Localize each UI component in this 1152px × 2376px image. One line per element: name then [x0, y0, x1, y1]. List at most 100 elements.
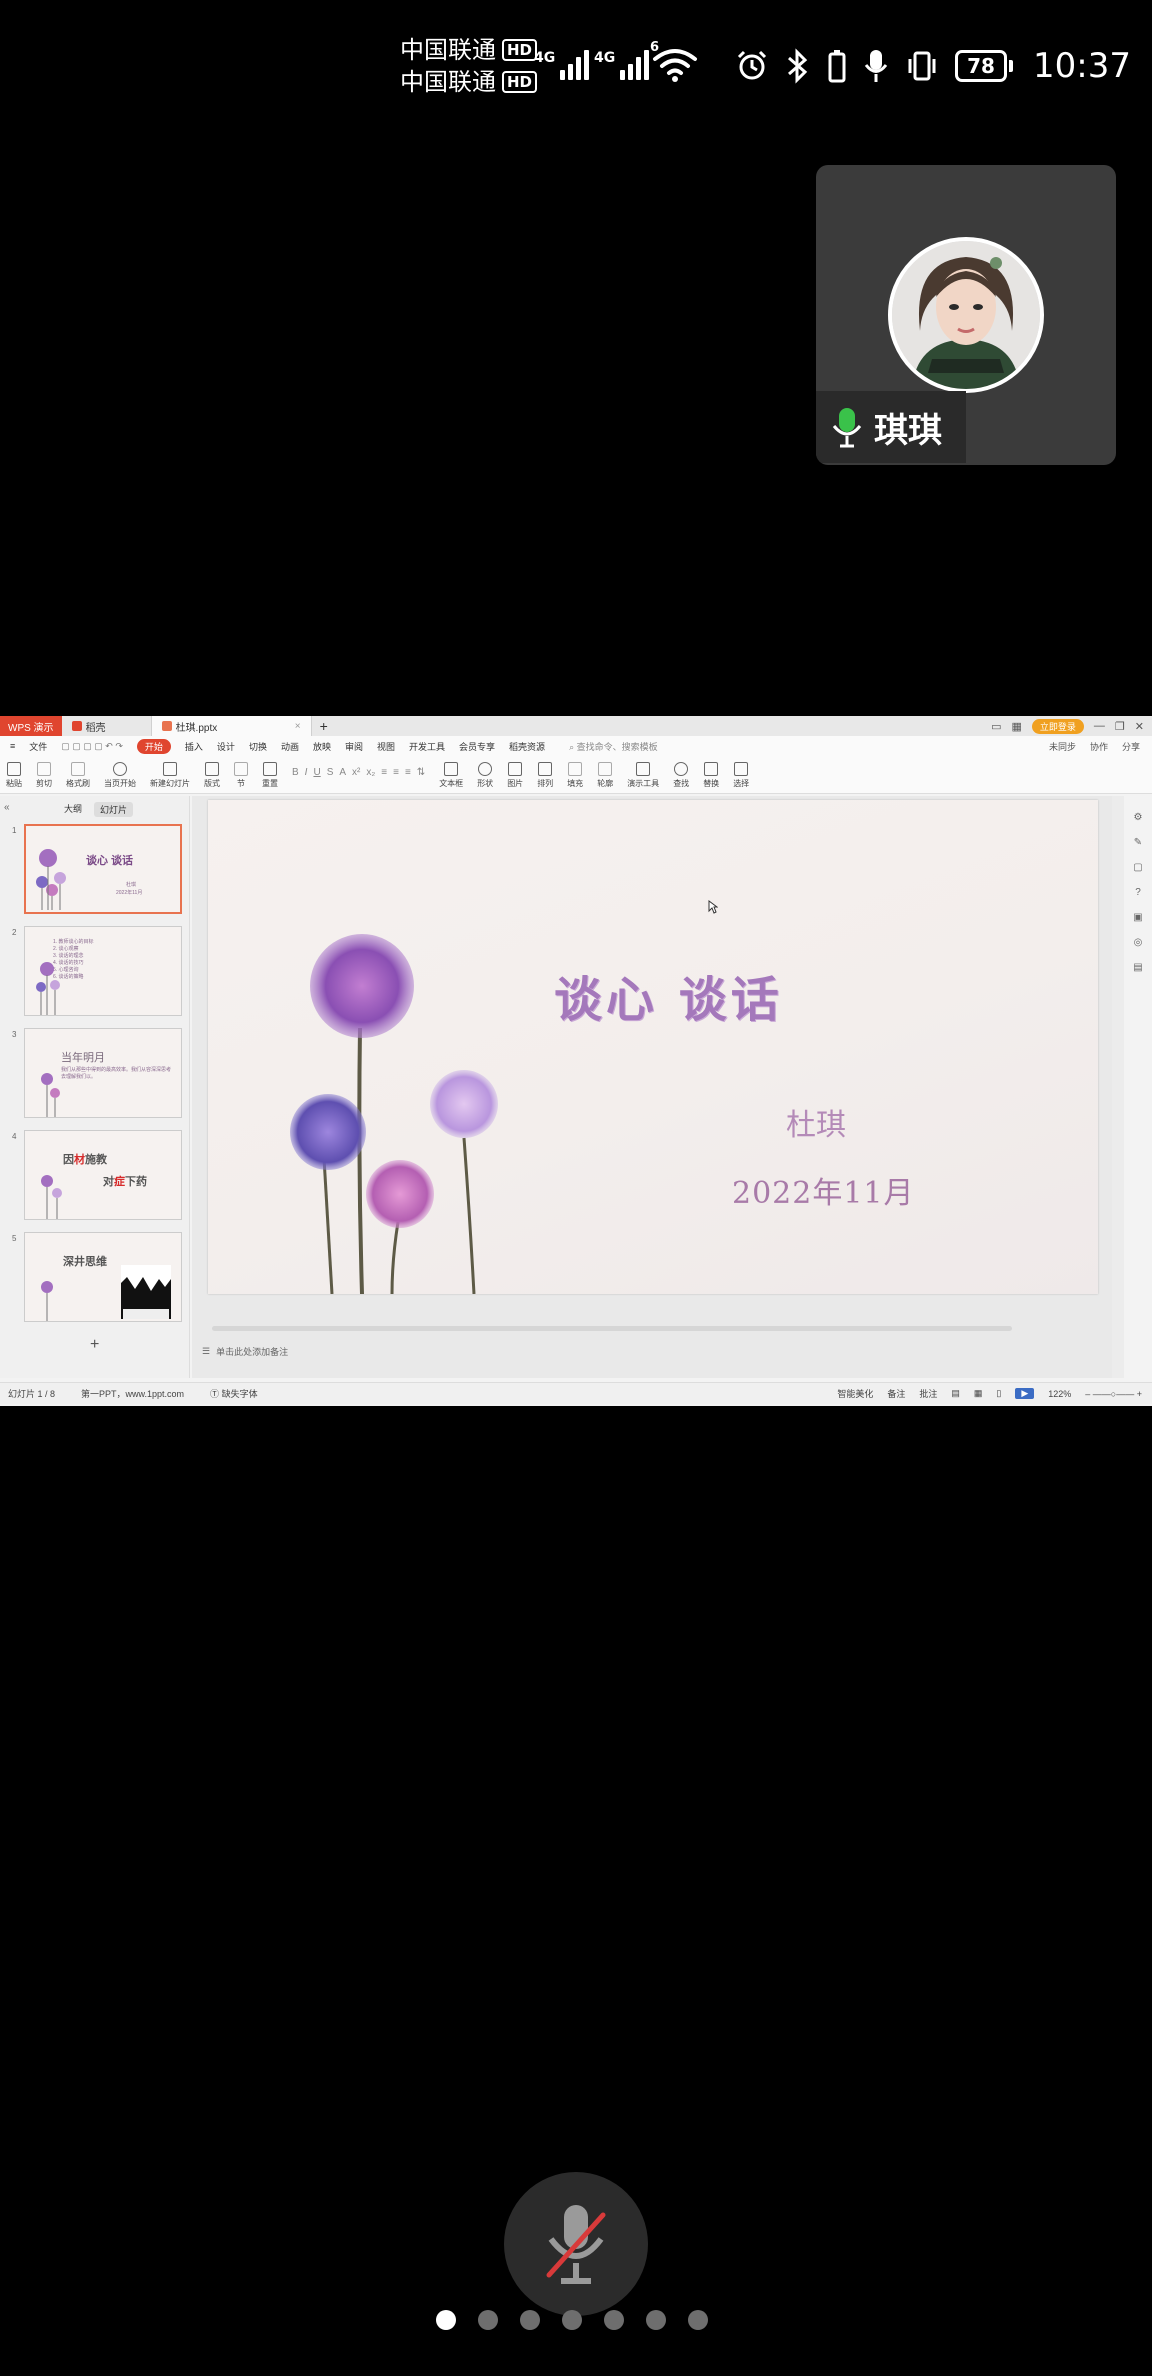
- sync-status[interactable]: 未同步: [1049, 740, 1076, 753]
- page-dot[interactable]: [520, 2310, 540, 2330]
- slide-thumbnail-2[interactable]: 1. 教师谈心的目标 2. 谈心观察 3. 谈话的理念 4. 谈话的技巧 5. …: [24, 926, 182, 1016]
- location-icon[interactable]: ◎: [1134, 937, 1143, 948]
- textbox-button[interactable]: 文本框: [439, 762, 463, 789]
- hamburger-icon[interactable]: ≡: [10, 741, 15, 751]
- close-window-icon[interactable]: ✕: [1135, 720, 1144, 733]
- menu-view[interactable]: 视图: [377, 740, 395, 753]
- help-icon[interactable]: ?: [1135, 887, 1141, 898]
- page-dot[interactable]: [646, 2310, 666, 2330]
- quick-access-icons[interactable]: ▢ ▢ ▢ ▢ ↶ ↷: [61, 741, 123, 752]
- menu-slideshow[interactable]: 放映: [313, 740, 331, 753]
- menu-member[interactable]: 会员专享: [459, 740, 495, 753]
- view-normal-icon[interactable]: ▤: [951, 1388, 960, 1399]
- picture-button[interactable]: 图片: [507, 762, 523, 789]
- new-slide-button[interactable]: 新建幻灯片: [150, 762, 190, 789]
- new-tab-button[interactable]: +: [312, 718, 336, 734]
- arrange-button[interactable]: 排列: [537, 762, 553, 789]
- replace-button[interactable]: 替换: [703, 762, 719, 789]
- grid-icon[interactable]: ▦: [1011, 720, 1021, 733]
- paste-button[interactable]: 粘贴: [6, 762, 22, 789]
- play-from-current-button[interactable]: 当页开始: [104, 762, 136, 789]
- slide-author[interactable]: 杜琪: [786, 1100, 846, 1144]
- format-painter-button[interactable]: 格式刷: [66, 762, 90, 789]
- vertical-scrollbar[interactable]: [1112, 796, 1124, 1378]
- tab-document[interactable]: 杜琪.pptx ×: [151, 716, 312, 736]
- select-button[interactable]: 选择: [733, 762, 749, 789]
- participant-video-tile[interactable]: 琪琪: [816, 165, 1116, 465]
- image-icon[interactable]: ▣: [1133, 912, 1142, 923]
- mouse-cursor-icon: [708, 900, 718, 914]
- share-button[interactable]: 分享: [1122, 740, 1140, 753]
- local-mic-toggle-button[interactable]: [504, 2172, 648, 2316]
- horizontal-scrollbar[interactable]: [212, 1326, 1012, 1331]
- presentation-tools-button[interactable]: 演示工具: [627, 762, 659, 789]
- maximize-icon[interactable]: ❐: [1115, 720, 1125, 733]
- minimize-icon[interactable]: —: [1094, 720, 1105, 732]
- alarm-icon: [737, 50, 767, 80]
- cut-button[interactable]: 剪切: [36, 762, 52, 789]
- menu-bar: ≡ 文件 ▢ ▢ ▢ ▢ ↶ ↷ 开始 插入 设计 切换 动画 放映 审阅 视图…: [0, 736, 1152, 756]
- folder-icon[interactable]: ▢: [1133, 862, 1142, 873]
- shared-screen-wps: WPS 演示 稻壳 杜琪.pptx × + ▭ ▦ 立即登录 — ❐ ✕ ≡ 文件…: [0, 716, 1152, 1406]
- tab-wps-home[interactable]: WPS 演示: [0, 716, 62, 736]
- notes-bar[interactable]: ☰ 单击此处添加备注: [192, 1342, 1112, 1360]
- find-button[interactable]: 查找: [673, 762, 689, 789]
- page-dot[interactable]: [604, 2310, 624, 2330]
- menu-review[interactable]: 审阅: [345, 740, 363, 753]
- slide-thumbnail-4[interactable]: 因材施教 对症下药: [24, 1130, 182, 1220]
- menu-home[interactable]: 开始: [136, 738, 171, 754]
- slide-thumbnail-5[interactable]: 深井思维: [24, 1232, 182, 1322]
- slide-editor-canvas[interactable]: 谈心 谈话 杜琪 2022年11月 ☰ 单击此处添加备注: [192, 796, 1112, 1378]
- view-sorter-icon[interactable]: ▦: [974, 1388, 983, 1399]
- zoom-slider[interactable]: – ——○—— +: [1085, 1389, 1142, 1399]
- tab-outline[interactable]: 大纲: [64, 802, 82, 817]
- fill-button[interactable]: 填充: [567, 762, 583, 789]
- close-tab-icon[interactable]: ×: [295, 721, 301, 732]
- menu-developer[interactable]: 开发工具: [409, 740, 445, 753]
- wifi-icon: 6: [650, 40, 698, 88]
- tab-slides[interactable]: 幻灯片: [94, 802, 134, 817]
- slide-thumbnail-3[interactable]: 当年明月 我们从那些中得到的最高效率。我们从容深深思考去理解我们以。: [24, 1028, 182, 1118]
- tab-docer[interactable]: 稻壳: [62, 716, 152, 736]
- command-search[interactable]: ⌕ 查找命令、搜索模板: [569, 740, 658, 753]
- notes-toggle[interactable]: 备注: [887, 1387, 905, 1400]
- section-button[interactable]: 节: [234, 762, 248, 789]
- page-dot[interactable]: [688, 2310, 708, 2330]
- collaborate-button[interactable]: 协作: [1090, 740, 1108, 753]
- reset-button[interactable]: 重置: [262, 762, 278, 789]
- slideshow-play-button[interactable]: ▶: [1015, 1388, 1035, 1399]
- page-dot[interactable]: [478, 2310, 498, 2330]
- comments-toggle[interactable]: 批注: [919, 1387, 937, 1400]
- layout-button[interactable]: 版式: [204, 762, 220, 789]
- slide-counter: 幻灯片 1 / 8: [8, 1389, 56, 1399]
- login-button[interactable]: 立即登录: [1031, 718, 1084, 734]
- page-dot[interactable]: [562, 2310, 582, 2330]
- slide-title[interactable]: 谈心 谈话: [554, 960, 783, 1030]
- beautify-button[interactable]: 智能美化: [837, 1387, 873, 1400]
- menu-file[interactable]: 文件: [29, 740, 47, 753]
- page-dot[interactable]: [436, 2310, 456, 2330]
- slide-date[interactable]: 2022年11月: [732, 1168, 915, 1212]
- zoom-level[interactable]: 122%: [1048, 1389, 1071, 1399]
- missing-font-button[interactable]: Ⓣ 缺失字体: [210, 1387, 258, 1400]
- menu-transition[interactable]: 切换: [249, 740, 267, 753]
- signal-2-icon: 4G: [594, 44, 650, 80]
- outline-button[interactable]: 轮廓: [597, 762, 613, 789]
- layout-icon[interactable]: ▭: [991, 720, 1001, 733]
- menu-docer-resources[interactable]: 稻壳资源: [509, 740, 545, 753]
- carrier-2: 中国联通: [400, 68, 496, 96]
- font-format-controls[interactable]: B I U S Ax² x₂ ≡ ≡ ≡ ⇅: [292, 767, 425, 778]
- property-icon[interactable]: ⚙: [1134, 812, 1143, 823]
- slide-thumbnail-1[interactable]: 谈心 谈话 杜琪 2022年11月: [24, 824, 182, 914]
- shape-button[interactable]: 形状: [477, 762, 493, 789]
- menu-animation[interactable]: 动画: [281, 740, 299, 753]
- menu-insert[interactable]: 插入: [185, 740, 203, 753]
- collapse-pane-icon[interactable]: «: [4, 802, 10, 813]
- pin-icon[interactable]: ✎: [1134, 837, 1142, 848]
- clock: 10:37: [1033, 46, 1131, 86]
- current-slide[interactable]: 谈心 谈话 杜琪 2022年11月: [208, 800, 1098, 1294]
- book-icon[interactable]: ▤: [1133, 962, 1142, 973]
- add-slide-button[interactable]: +: [90, 1336, 99, 1354]
- view-reading-icon[interactable]: ▯: [996, 1388, 1001, 1399]
- menu-design[interactable]: 设计: [217, 740, 235, 753]
